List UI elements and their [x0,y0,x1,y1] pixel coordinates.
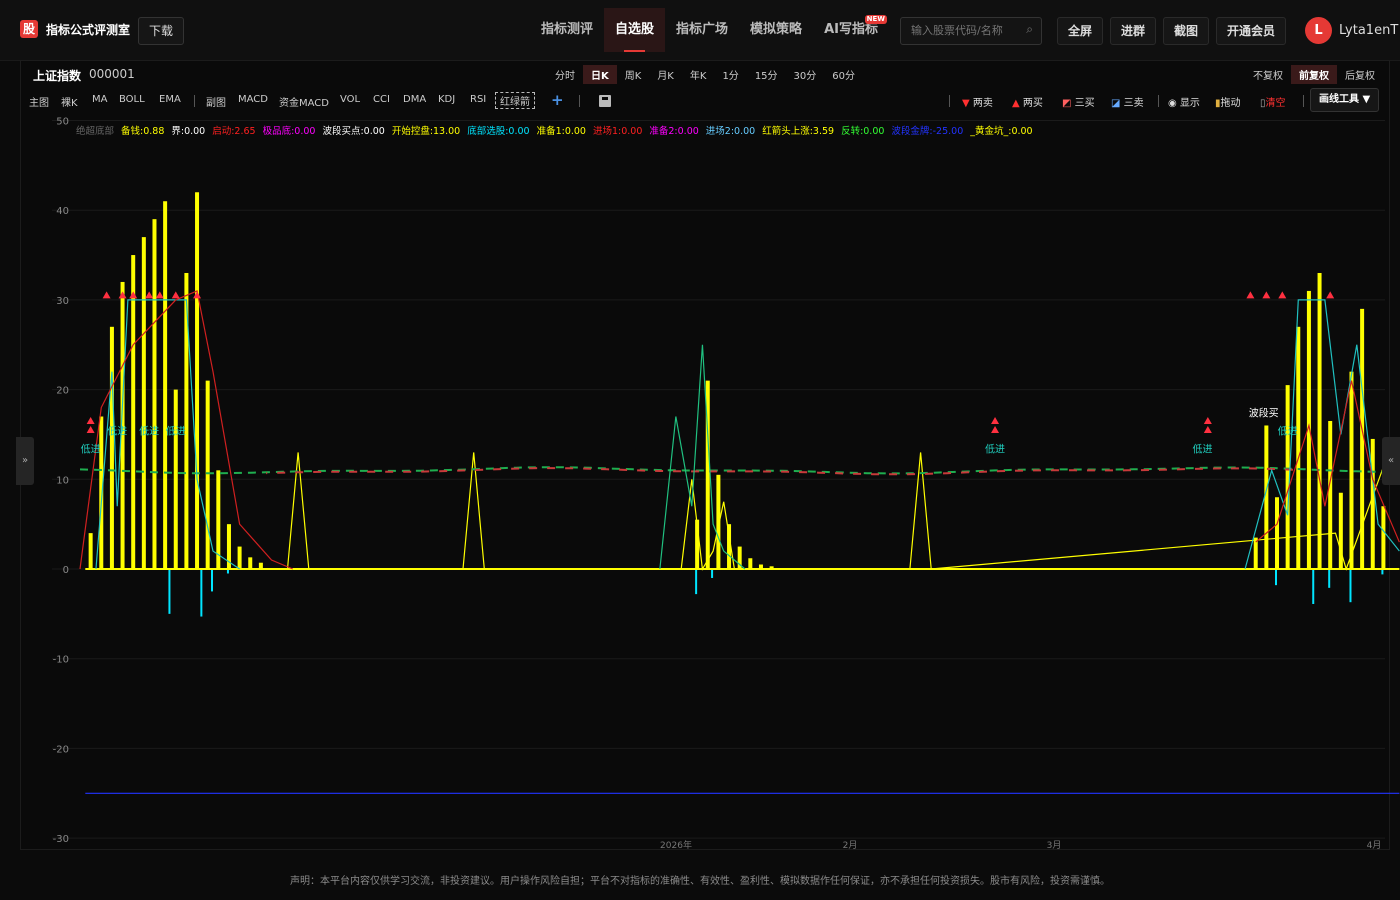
y-axis: 50 40 30 20 10 0 -10 -20 -30 [53,117,69,846]
bar [211,569,213,592]
legend-item: 准备1:0.00 [537,125,586,137]
legend-item: 进场1:0.00 [593,126,642,137]
legend-item: 准备2:0.00 [649,125,698,137]
legend-item: 反转:0.00 [841,125,884,137]
y-tick-label: 10 [56,475,69,486]
legend-item: _黄金坑_:0.00 [969,125,1032,137]
bar [168,569,171,614]
red-arrow-marker [1203,425,1212,433]
red-arrow-marker [145,291,154,299]
red-arrow-marker [129,291,138,299]
x-tick-label: 2月 [843,840,858,851]
series [85,192,1400,794]
legend-item: 开始控盘:13.00 [392,125,460,137]
low-entry-label: 低进 [1193,442,1213,455]
bar [711,569,714,578]
bar [1317,272,1322,569]
low-entry-label: 低进 [166,424,186,437]
y-tick-label: 50 [56,117,69,128]
y-tick-label: 20 [56,386,69,397]
decorations: 低进低进 低进 低进低进 低进低进波段买 [79,290,1400,570]
bar [248,557,253,569]
x-tick-label: 2026年 [660,839,692,851]
bar [109,326,114,569]
bar [163,201,168,570]
series-line [286,452,1390,571]
bar [1381,506,1386,569]
bar [1349,569,1352,603]
y-tick-label: 40 [56,206,69,217]
bar [1349,371,1354,569]
red-arrow-marker [1262,291,1271,299]
legend-item: 备钱:0.88 [121,125,164,137]
y-tick-label: 0 [63,565,69,576]
bar [1296,326,1301,569]
x-tick-label: 4月 [1367,840,1382,851]
y-tick-label: -20 [53,744,69,755]
x-tick-label: 3月 [1047,840,1062,851]
legend-item: 进场2:0.00 [706,126,755,137]
expand-left-panel-button[interactable]: » [16,437,34,485]
bar [1370,438,1375,569]
red-arrow-marker [86,416,95,424]
low-entry-label: 低进 [81,442,101,455]
legend-item: 界:0.00 [171,126,205,137]
bar [88,533,93,569]
disclaimer: 声明：本平台内容仅供学习交流，非投资建议。用户操作风险自担；平台不对指标的准确性… [290,876,1110,887]
bar [195,192,200,569]
bar [1312,569,1315,604]
indicator-chart[interactable]: 50403020100-10-20-30 2026年 2月 3月 4月 低进低进 低进低… [0,0,1400,900]
bar [1328,569,1331,588]
legend-item: 极品底:0.00 [263,125,316,137]
legend-item: 绝超底部 [76,125,114,137]
legend-item: 启动:2.65 [212,125,255,137]
red-arrow-marker [171,291,180,299]
y-tick-label: 30 [56,296,69,307]
bar [1328,420,1333,569]
y-tick-label: -30 [53,834,69,845]
red-arrow-marker [991,416,1000,424]
bar [237,546,242,569]
bar [1253,537,1258,569]
legend-item: 底部选股:0.00 [467,125,529,137]
low-entry-label: 低进 [1278,424,1298,437]
bar [141,237,146,570]
red-arrow-marker [1203,416,1212,424]
red-arrow-marker [1326,291,1335,299]
bar [173,389,178,569]
legend-item: 波段买点:0.00 [322,125,384,137]
red-arrow-marker [1246,291,1255,299]
bar [200,569,203,617]
bar [152,219,157,570]
legend-item: 红箭头上涨:3.59 [762,125,834,137]
legend-item: 波段金牌:-25.00 [891,125,963,137]
red-arrow-marker [118,291,127,299]
red-arrow-marker [991,425,1000,433]
band-buy-label: 波段买 [1249,407,1279,420]
low-entry-label: 低进 [985,442,1005,455]
bar [205,380,210,569]
green-spike [659,344,746,570]
low-entry-label: 低进 [139,424,159,437]
bar [1275,569,1277,586]
x-axis: 2026年 2月 3月 4月 [660,839,1381,851]
low-entry-label: 低进 [107,424,127,437]
red-arrow-marker [102,291,111,299]
red-arrow-marker [155,291,164,299]
bar [1275,497,1279,569]
y-tick-label: -10 [53,655,69,666]
bar [695,569,698,595]
red-arrow-marker [1278,291,1287,299]
bar [131,255,136,570]
legend: 绝超底部 备钱:0.88 界:0.00 启动:2.65 极品底:0.00 波段买点:0.0… [76,125,1033,137]
expand-right-panel-button[interactable]: « [1382,437,1400,485]
red-arrow-marker [86,425,95,433]
bar [748,558,753,569]
